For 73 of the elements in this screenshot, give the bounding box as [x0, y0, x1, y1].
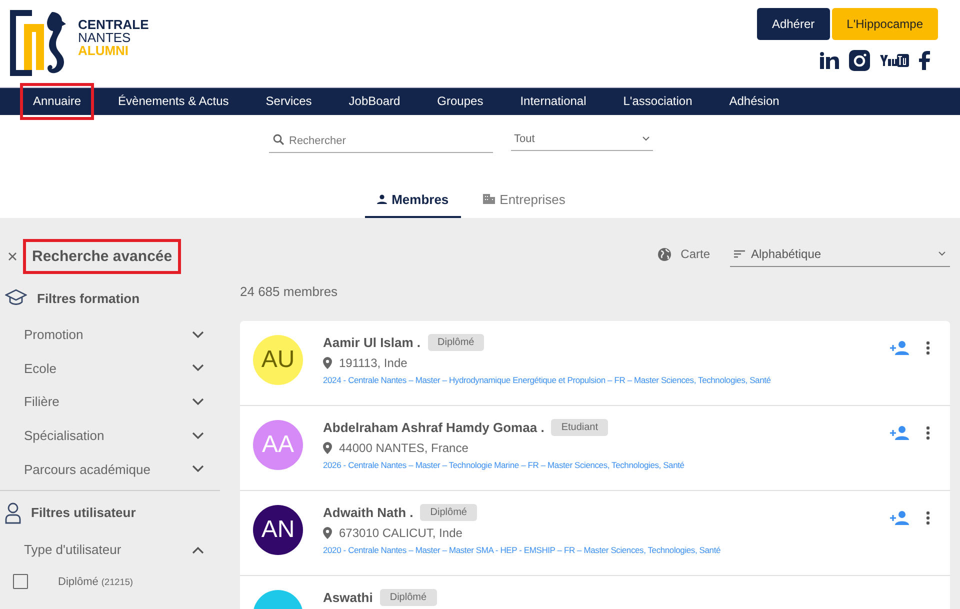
member-location: 44000 NANTES, France: [339, 441, 468, 455]
sort-dropdown[interactable]: Alphabétique: [730, 241, 950, 267]
nav-link[interactable]: Évènements & Actus: [105, 83, 242, 120]
chevron-up-icon: [192, 546, 204, 554]
chevron-down-icon: [192, 364, 204, 372]
option-label: Diplômé (21215): [58, 576, 133, 588]
member-name[interactable]: Adwaith Nath .: [323, 505, 414, 520]
avatar: AN: [253, 505, 303, 555]
more-options-icon[interactable]: [926, 511, 930, 525]
user-icon: [5, 502, 21, 524]
more-options-icon[interactable]: [926, 426, 930, 440]
location-pin-icon: [323, 442, 332, 454]
header-button[interactable]: L'Hippocampe: [832, 8, 938, 40]
chevron-down-icon: [938, 251, 946, 256]
nav-link[interactable]: International: [507, 83, 600, 120]
more-options-icon[interactable]: [926, 341, 930, 355]
map-link[interactable]: Carte: [658, 247, 710, 261]
filter-item[interactable]: Parcours académique: [0, 452, 220, 486]
member-count: 24 685 membres: [240, 284, 339, 299]
tab[interactable]: Entreprises: [470, 182, 578, 218]
nav-link[interactable]: Annuaire: [20, 83, 94, 120]
instagram-icon[interactable]: [849, 50, 870, 71]
filter-group-title: Filtres formation: [37, 290, 140, 306]
add-contact-icon[interactable]: [890, 511, 910, 525]
filter-item[interactable]: Promotion: [0, 318, 220, 352]
youtube-icon[interactable]: [880, 54, 909, 67]
chevron-down-icon: [642, 136, 650, 141]
linkedin-icon[interactable]: [820, 52, 839, 69]
search-field[interactable]: Rechercher: [269, 129, 493, 153]
checkbox[interactable]: [13, 574, 28, 590]
logo-text: CENTRALE: [78, 18, 149, 31]
location-pin-icon: [323, 527, 332, 539]
logo-text: ALUMNI: [78, 44, 130, 57]
nav-link[interactable]: JobBoard: [336, 83, 414, 120]
filter-group-title: Filtres utilisateur: [31, 505, 136, 520]
chevron-down-icon: [192, 465, 204, 474]
avatar: AA: [253, 420, 303, 470]
search-icon: [273, 134, 284, 145]
logo-text: NANTES: [78, 31, 132, 44]
facebook-icon[interactable]: [919, 51, 930, 70]
nav-link[interactable]: L'association: [610, 83, 706, 120]
location-pin-icon: [323, 357, 332, 369]
graduation-cap-icon: [5, 289, 27, 307]
filter-item[interactable]: Spécialisation: [0, 418, 220, 452]
avatar: AU: [253, 335, 303, 385]
filter-item[interactable]: Type d'utilisateur: [0, 532, 220, 567]
member-location: 191113, Inde: [339, 356, 408, 370]
globe-icon: [658, 248, 671, 260]
close-icon[interactable]: [8, 252, 17, 260]
status-badge: Diplômé: [420, 504, 477, 521]
nav-link[interactable]: Adhésion: [716, 83, 792, 120]
add-contact-icon[interactable]: [890, 426, 910, 440]
add-contact-icon[interactable]: [890, 341, 910, 355]
status-badge: Diplômé: [380, 589, 437, 606]
building-icon: [482, 194, 495, 204]
panel-title: Recherche avancée: [23, 238, 182, 274]
chevron-down-icon: [192, 398, 204, 406]
header-button[interactable]: Adhérer: [756, 8, 830, 40]
member-name[interactable]: Aamir Ul Islam .: [323, 335, 421, 350]
status-badge: Etudiant: [551, 419, 608, 436]
nav-link[interactable]: Groupes: [424, 83, 496, 120]
scope-dropdown[interactable]: Tout: [511, 127, 653, 151]
chevron-down-icon: [192, 330, 204, 339]
nav-link[interactable]: Services: [252, 83, 325, 120]
chevron-down-icon: [192, 432, 204, 440]
status-badge: Diplômé: [428, 334, 484, 351]
filter-item[interactable]: Ecole: [0, 352, 220, 386]
sort-icon: [734, 250, 745, 258]
member-location: 673010 CALICUT, Inde: [339, 526, 462, 540]
member-name[interactable]: Abdelraham Ashraf Hamdy Gomaa .: [323, 420, 544, 435]
member-name[interactable]: Aswathi: [323, 590, 373, 605]
person-icon: [376, 194, 387, 204]
filter-item[interactable]: Filière: [0, 385, 220, 419]
